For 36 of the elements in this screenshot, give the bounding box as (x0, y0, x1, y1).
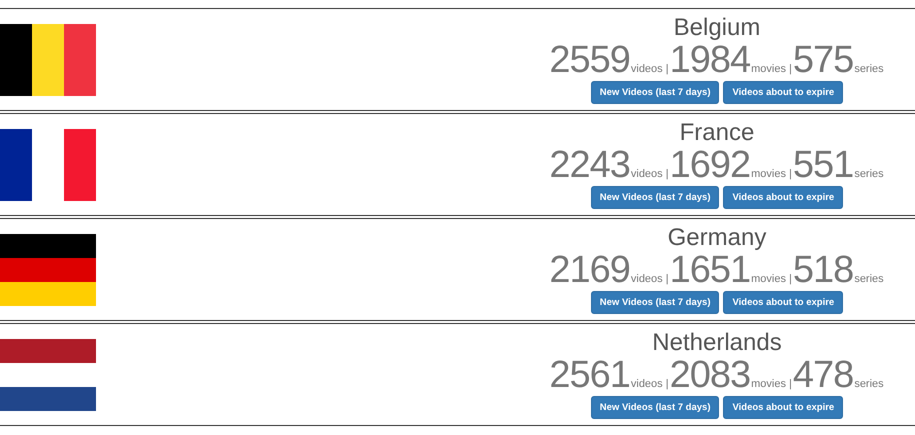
count-label: series (854, 63, 884, 75)
count-label: movies | (751, 168, 792, 180)
videos-button[interactable]: Videos about to expire (723, 291, 844, 314)
country-name: Netherlands (652, 329, 782, 357)
count-label: videos | (630, 168, 669, 180)
count-label: videos | (630, 63, 669, 75)
count-value: 1984 (670, 40, 750, 80)
count-label: movies | (751, 378, 792, 390)
country-name: France (680, 119, 754, 147)
videos-button[interactable]: Videos about to expire (723, 186, 844, 209)
count-value: 575 (792, 40, 854, 80)
count-value: 1651 (670, 250, 750, 290)
count-value: 1692 (670, 145, 750, 185)
count-value: 2559 (549, 40, 630, 80)
count-label: series (854, 273, 884, 285)
count-label: series (854, 168, 884, 180)
videos-button[interactable]: New Videos (last 7 days) (590, 291, 720, 314)
count-value: 2169 (549, 250, 630, 290)
country-name: Belgium (674, 14, 760, 42)
count-value: 2561 (549, 355, 630, 395)
videos-button[interactable]: New Videos (last 7 days) (590, 81, 720, 104)
count-value: 2243 (549, 145, 630, 185)
videos-button[interactable]: Videos about to expire (723, 81, 844, 104)
count-label: videos | (630, 378, 669, 390)
count-label: movies | (751, 273, 792, 285)
count-value: 2083 (670, 355, 750, 395)
count-label: videos | (630, 273, 669, 285)
count-label: movies | (751, 63, 792, 75)
videos-button[interactable]: New Videos (last 7 days) (590, 186, 720, 209)
count-label: series (854, 378, 884, 390)
count-value: 551 (792, 145, 854, 185)
videos-button[interactable]: Videos about to expire (723, 396, 844, 419)
count-value: 518 (792, 250, 854, 290)
count-value: 478 (792, 355, 854, 395)
videos-button[interactable]: New Videos (last 7 days) (590, 396, 720, 419)
country-name: Germany (668, 224, 766, 252)
